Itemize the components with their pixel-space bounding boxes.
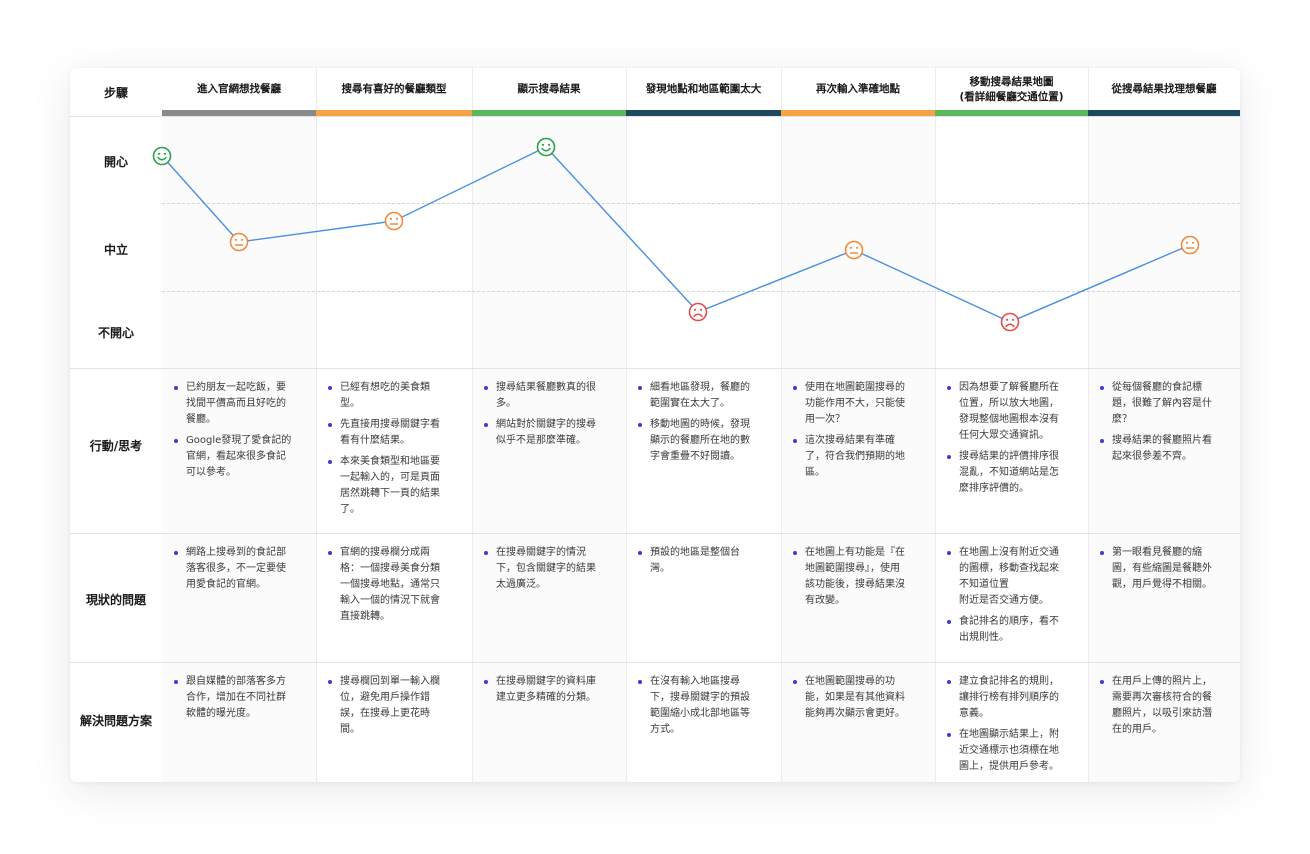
journey-map: 步驟 開心 中立 不開心 行動/思考 現狀的問題 解決問題方案 進入官網想找餐廳… (70, 68, 1240, 782)
neutral-face-icon (384, 211, 404, 231)
happy-face-icon (536, 137, 556, 157)
neutral-face-icon (1180, 235, 1200, 255)
unhappy-face-icon (688, 302, 708, 322)
neutral-face-icon (229, 232, 249, 252)
emotion-line (161, 146, 1191, 323)
emotion-curve (152, 137, 1200, 332)
unhappy-face-icon (1000, 312, 1020, 332)
neutral-face-icon (844, 240, 864, 260)
happy-face-icon (152, 146, 172, 166)
